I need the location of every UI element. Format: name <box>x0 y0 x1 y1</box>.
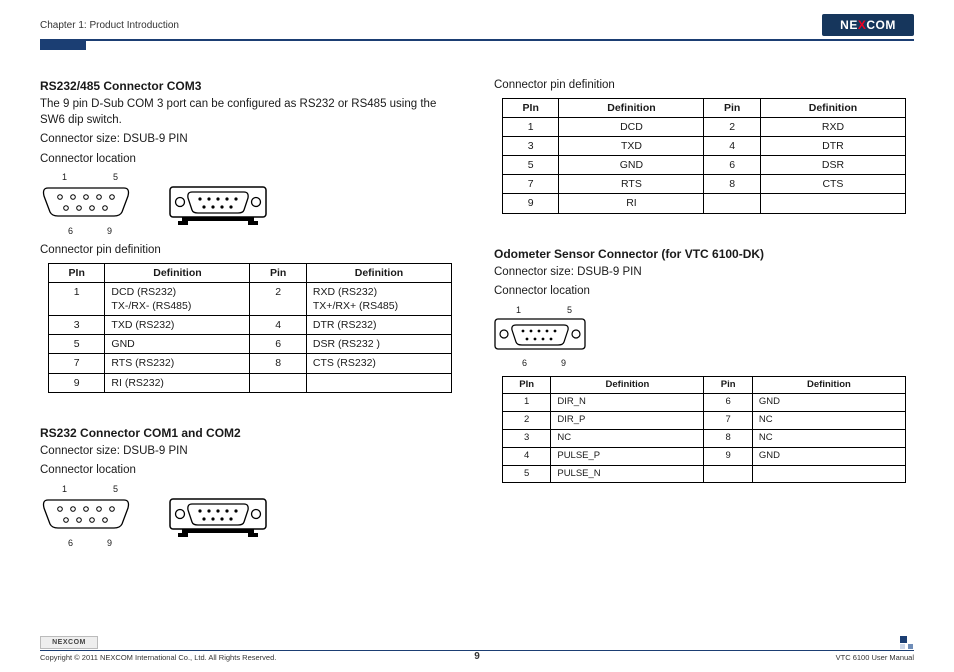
page: Chapter 1: Product Introduction NEXCOM R… <box>0 0 954 672</box>
section-title: RS232/485 Connector COM3 <box>40 78 460 94</box>
section-title: RS232 Connector COM1 and COM2 <box>40 425 460 441</box>
page-number: 9 <box>474 651 480 662</box>
db9-outline-icon: 15 69 <box>494 304 594 370</box>
header-accent <box>40 40 86 50</box>
odometer-pin-table: PIn Definition Pin Definition 1DIR_N6GND… <box>502 376 906 484</box>
db9-female-icon <box>40 184 132 218</box>
connector-location-label: Connector location <box>40 463 460 479</box>
content-columns: RS232/485 Connector COM3 The 9 pin D-Sub… <box>40 78 914 555</box>
table-row: 5GND6DSR <box>503 156 906 175</box>
db9-panel-icon <box>168 181 268 227</box>
connector-diagram-row: 15 69 <box>40 171 460 237</box>
table-row: 3TXD (RS232)4DTR (RS232) <box>49 316 452 335</box>
nexcom-logo-bottom: NEXCOM <box>40 636 98 649</box>
db9-outline-icon: 15 69 <box>40 171 140 237</box>
connector-size: Connector size: DSUB-9 PIN <box>40 132 460 148</box>
table-row: 4PULSE_P9GND <box>503 447 906 465</box>
table-row: 1DCD2RXD <box>503 117 906 136</box>
connector-diagram-row: 15 69 <box>494 304 914 370</box>
table-row: 1DCD (RS232) TX-/RX- (RS485)2RXD (RS232)… <box>49 282 452 315</box>
table-row: 9RI (RS232) <box>49 373 452 392</box>
com3-pin-table: PIn Definition Pin Definition 1DCD (RS23… <box>48 263 452 393</box>
com1-2-pin-table: PIn Definition Pin Definition 1DCD2RXD 3… <box>502 98 906 214</box>
table-row: 5GND6DSR (RS232 ) <box>49 335 452 354</box>
header-rule <box>40 39 914 41</box>
table-row: 7RTS8CTS <box>503 175 906 194</box>
table-row: 5PULSE_N <box>503 465 906 483</box>
table-row: 9RI <box>503 194 906 213</box>
doc-title: VTC 6100 User Manual <box>836 653 914 662</box>
table-row: 3TXD4DTR <box>503 136 906 155</box>
section-title: Odometer Sensor Connector (for VTC 6100-… <box>494 246 914 262</box>
nexcom-logo-top: NEXCOM <box>822 14 914 36</box>
pin-definition-label: Connector pin definition <box>494 78 914 94</box>
table-row: 1DIR_N6GND <box>503 394 906 412</box>
page-footer: NEXCOM Copyright © 2011 NEXCOM Internati… <box>40 636 914 662</box>
copyright: Copyright © 2011 NEXCOM International Co… <box>40 653 276 662</box>
left-column: RS232/485 Connector COM3 The 9 pin D-Sub… <box>40 78 460 555</box>
right-column: Connector pin definition PIn Definition … <box>494 78 914 555</box>
db9-female-icon <box>40 496 132 530</box>
db9-outline-icon: 15 69 <box>40 483 140 549</box>
connector-size: Connector size: DSUB-9 PIN <box>40 444 460 460</box>
db9-panel-icon <box>168 493 268 539</box>
table-row: 3NC8NC <box>503 430 906 448</box>
db9-panel-small-icon <box>494 317 586 351</box>
chapter-title: Chapter 1: Product Introduction <box>40 20 179 31</box>
section-desc: The 9 pin D-Sub COM 3 port can be config… <box>40 97 460 128</box>
connector-size: Connector size: DSUB-9 PIN <box>494 265 914 281</box>
table-row: 7RTS (RS232)8CTS (RS232) <box>49 354 452 373</box>
top-bar: Chapter 1: Product Introduction NEXCOM <box>40 14 914 36</box>
table-row: 2DIR_P7NC <box>503 412 906 430</box>
connector-diagram-row: 15 69 <box>40 483 460 549</box>
connector-location-label: Connector location <box>494 284 914 300</box>
connector-location-label: Connector location <box>40 152 460 168</box>
pin-definition-label: Connector pin definition <box>40 243 460 259</box>
